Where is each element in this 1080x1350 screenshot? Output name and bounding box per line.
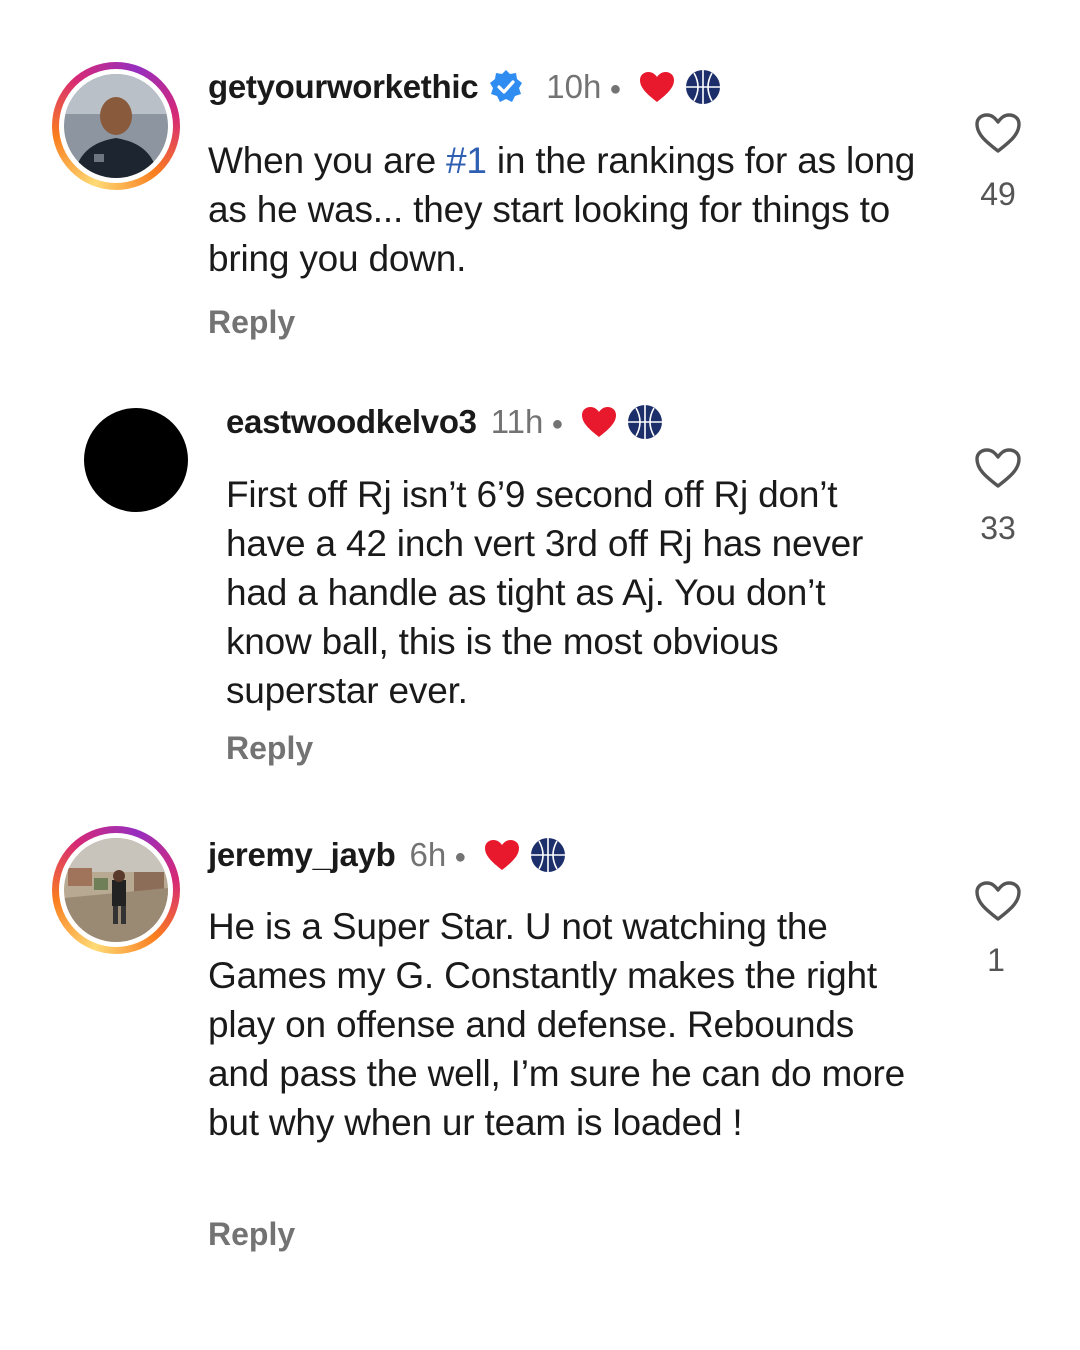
verified-icon [488,69,524,105]
basketball-logo-icon [530,837,566,873]
basketball-logo-icon [685,69,721,105]
heart-outline-icon[interactable] [974,447,1022,494]
separator-dot: ● [454,845,467,868]
comment-username[interactable]: jeremy_jayb [208,836,396,874]
comment-text: First off Rj isn’t 6’9 second off Rj don… [226,474,864,711]
avatar[interactable] [52,62,180,190]
comment-time: 11h [490,403,544,440]
like-count: 1 [987,942,1005,978]
like-count: 33 [980,510,1016,546]
comment-username[interactable]: getyourworkethic [208,68,479,106]
comment-text: When you are #1 in the rankings for as l… [208,136,928,283]
separator-dot: ● [551,412,564,435]
avatar-photo [64,74,168,178]
avatar[interactable] [52,826,180,954]
heart-icon [639,71,675,103]
like-count: 49 [980,176,1016,212]
avatar[interactable] [84,408,188,512]
comment-time: 6h [409,836,447,873]
comment-username[interactable]: eastwoodkelvo3 [226,403,477,441]
heart-outline-icon[interactable] [974,880,1022,927]
heart-icon [581,406,617,438]
comment-text-part: When you are [208,140,447,181]
heart-outline-icon[interactable] [974,112,1022,159]
reply-button[interactable]: Reply [208,1216,295,1253]
reply-button[interactable]: Reply [208,304,295,341]
hashtag-link[interactable]: #1 [446,140,487,181]
basketball-logo-icon [627,404,663,440]
reply-button[interactable]: Reply [226,730,313,767]
heart-icon [484,839,520,871]
separator-dot: ● [609,77,622,100]
comment-text: He is a Super Star. U not watching the G… [208,906,906,1143]
comment-time: 10h [546,68,602,105]
avatar-photo [64,838,168,942]
